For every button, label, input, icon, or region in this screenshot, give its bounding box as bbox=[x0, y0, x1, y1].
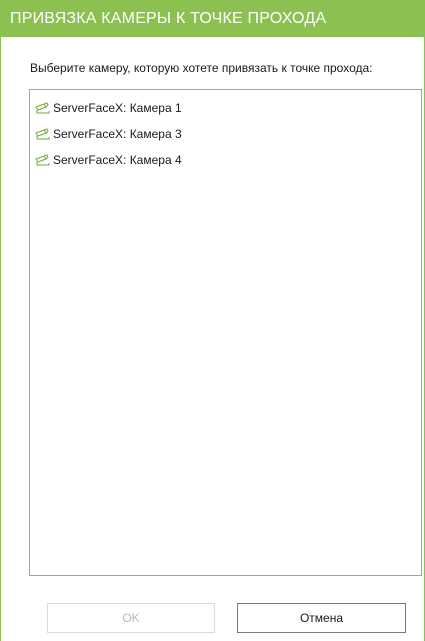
list-item-camera-4[interactable]: ServerFaceX: Камера 4 bbox=[30, 147, 421, 173]
bind-camera-dialog: ПРИВЯЗКА КАМЕРЫ К ТОЧКЕ ПРОХОДА Выберите… bbox=[0, 0, 425, 641]
list-item-camera-3[interactable]: ServerFaceX: Камера 3 bbox=[30, 121, 421, 147]
camera-icon bbox=[35, 128, 51, 140]
camera-label: ServerFaceX: Камера 4 bbox=[53, 153, 182, 167]
camera-icon bbox=[35, 102, 51, 114]
camera-select-prompt: Выберите камеру, которую хотете привязат… bbox=[30, 61, 373, 75]
dialog-title: ПРИВЯЗКА КАМЕРЫ К ТОЧКЕ ПРОХОДА bbox=[1, 0, 424, 37]
camera-label: ServerFaceX: Камера 3 bbox=[53, 127, 182, 141]
camera-icon bbox=[35, 154, 51, 166]
ok-button[interactable]: OK bbox=[47, 603, 215, 633]
list-item-camera-1[interactable]: ServerFaceX: Камера 1 bbox=[30, 95, 421, 121]
cancel-button[interactable]: Отмена bbox=[237, 603, 406, 633]
camera-list[interactable]: ServerFaceX: Камера 1 ServerFaceX: Камер… bbox=[29, 89, 422, 576]
camera-label: ServerFaceX: Камера 1 bbox=[53, 101, 182, 115]
